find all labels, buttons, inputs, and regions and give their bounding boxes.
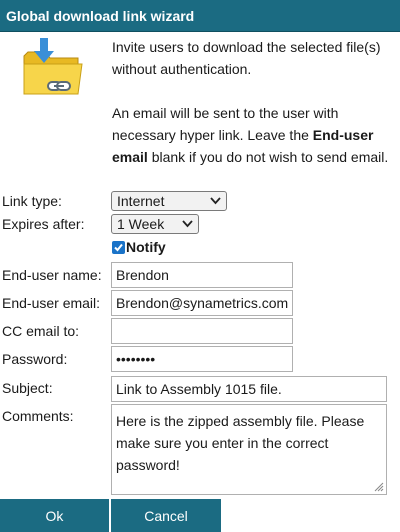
subject-label: Subject: <box>2 380 53 396</box>
comments-label: Comments: <box>2 408 74 424</box>
comments-textarea[interactable]: Here is the zipped assembly file. Please… <box>111 404 387 495</box>
enduser-email-input[interactable] <box>111 290 293 316</box>
chevron-down-icon <box>210 197 221 205</box>
link-type-value: Internet <box>117 193 165 209</box>
expires-value: 1 Week <box>117 216 165 232</box>
ok-button[interactable]: Ok <box>0 499 109 532</box>
expires-label: Expires after: <box>2 216 85 232</box>
resize-grip-icon[interactable] <box>374 482 384 492</box>
password-label: Password: <box>2 351 68 367</box>
chevron-down-icon <box>182 220 193 228</box>
link-type-select[interactable]: Internet <box>111 191 227 211</box>
cc-email-label: CC email to: <box>2 323 80 339</box>
checkbox-checked-icon <box>112 240 125 254</box>
window-title: Global download link wizard <box>0 0 400 32</box>
password-input[interactable] <box>111 346 293 372</box>
link-type-label: Link type: <box>2 193 62 209</box>
expires-select[interactable]: 1 Week <box>111 214 199 234</box>
intro-line-2: An email will be sent to the user with n… <box>112 102 398 168</box>
cc-email-input[interactable] <box>111 318 293 344</box>
notify-label: Notify <box>126 239 166 255</box>
enduser-name-input[interactable] <box>111 262 293 288</box>
notify-checkbox[interactable]: Notify <box>112 238 166 256</box>
intro-line-2-start: An email will be sent to the user with n… <box>112 105 339 143</box>
intro-line-2-end: blank if you do not wish to send email. <box>147 149 389 165</box>
intro-line-1: Invite users to download the selected fi… <box>112 39 381 77</box>
enduser-email-label: End-user email: <box>2 295 101 311</box>
folder-download-link-icon <box>23 38 83 95</box>
cancel-button[interactable]: Cancel <box>111 499 221 532</box>
enduser-name-label: End-user name: <box>2 267 102 283</box>
intro-text: Invite users to download the selected fi… <box>112 36 398 168</box>
subject-input[interactable] <box>111 376 387 402</box>
